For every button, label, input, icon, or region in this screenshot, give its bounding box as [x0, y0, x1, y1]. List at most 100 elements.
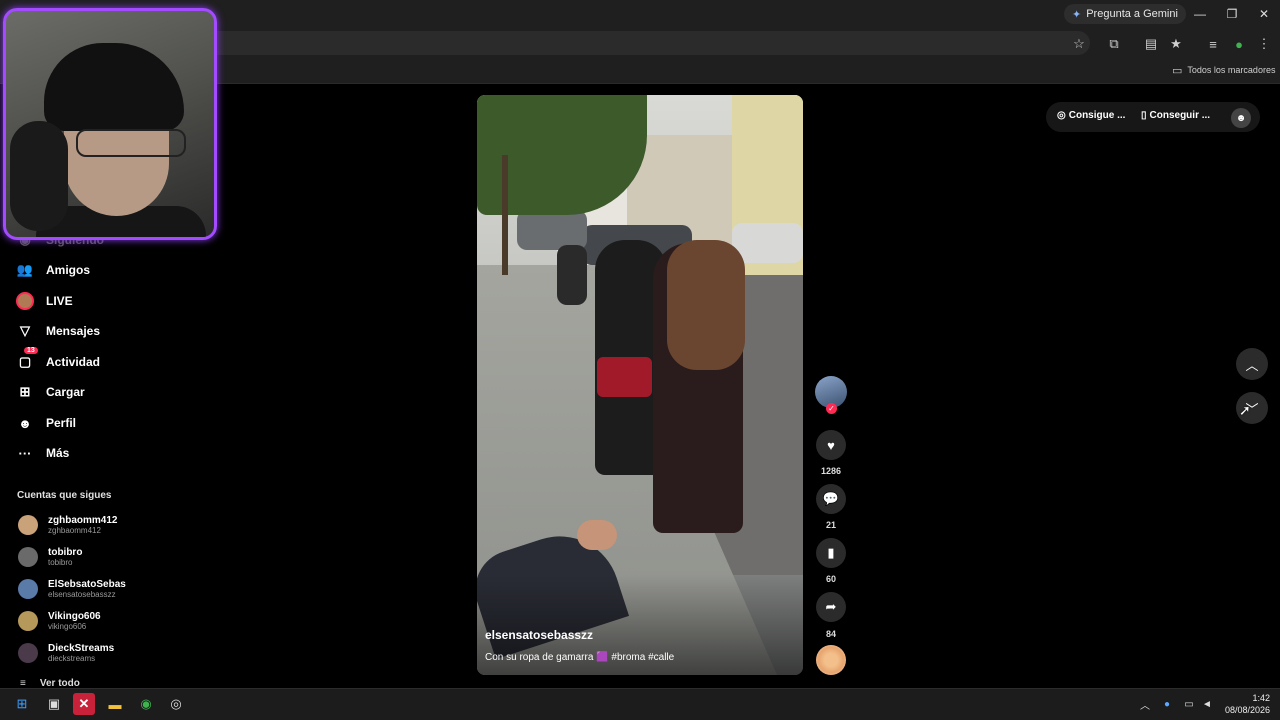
notification-badge: 13: [24, 347, 38, 354]
chrome-icon[interactable]: ◉: [135, 693, 157, 715]
video-scene-car: [517, 210, 587, 250]
profile-icon: ☻: [18, 415, 32, 431]
file-explorer-icon[interactable]: ▬: [104, 693, 126, 715]
account-username: zghbaomm412: [48, 526, 101, 535]
folder-icon: ▭: [1172, 64, 1183, 77]
avatar: [18, 643, 38, 663]
windows-start-icon[interactable]: ⊞: [11, 693, 33, 715]
follow-plus-icon[interactable]: ✓: [826, 403, 837, 414]
video-player[interactable]: elsensatosebasszz Con su ropa de gamarra…: [477, 95, 803, 675]
get-app-button[interactable]: ▯ Conseguir ...: [1141, 110, 1210, 121]
comment-count: 21: [825, 520, 836, 530]
comment-icon: 💬: [822, 491, 840, 506]
video-scene-trunk: [502, 155, 508, 275]
save-button[interactable]: ▮: [816, 538, 846, 568]
account-item[interactable]: tobibro tobibro: [18, 542, 82, 572]
minimize-button[interactable]: —: [1189, 4, 1211, 24]
heart-icon: ♥: [827, 437, 835, 453]
sidebar-item-label: LIVE: [46, 294, 73, 308]
sidebar-item-profile[interactable]: ☻ Perfil: [16, 412, 76, 434]
sparkle-icon: ✦: [1072, 8, 1082, 21]
upload-icon: ⊞: [19, 384, 31, 399]
get-coins-button[interactable]: ◎ Consigue ...: [1057, 110, 1125, 121]
account-item[interactable]: Vikingo606 vikingo606: [18, 606, 101, 636]
sidebar-item-friends[interactable]: 👥 Amigos: [16, 259, 90, 281]
clock-time: 1:42: [1252, 693, 1270, 703]
webcam-person-hair: [44, 43, 184, 131]
share-button[interactable]: ➦: [816, 592, 846, 622]
comment-button[interactable]: 💬: [816, 484, 846, 514]
like-button[interactable]: ♥: [816, 430, 846, 460]
account-name: tobibro: [48, 547, 83, 558]
account-username: dieckstreams: [48, 654, 96, 663]
webcam-overlay: [3, 8, 217, 240]
obs-icon[interactable]: ◎: [165, 693, 187, 715]
address-bar[interactable]: [150, 31, 1090, 55]
sidebar-item-label: Cargar: [46, 385, 85, 399]
media-icon[interactable]: ≡: [1204, 35, 1222, 53]
account-item[interactable]: ElSebsatoSebas elsensatosebasszz: [18, 574, 126, 604]
sidebar-item-more[interactable]: ··· Más: [16, 442, 70, 464]
share-icon: ➦: [825, 599, 837, 614]
coin-icon: ◎: [1057, 110, 1066, 121]
more-icon: ···: [18, 445, 32, 461]
account-item[interactable]: DieckStreams dieckstreams: [18, 638, 114, 668]
account-username: vikingo606: [48, 622, 87, 631]
sidebar-item-upload[interactable]: ⊞ Cargar: [16, 381, 85, 403]
user-avatar[interactable]: ☻: [1231, 108, 1251, 128]
taskbar-clock[interactable]: 1:42 08/08/2026: [1220, 692, 1270, 716]
sidepanel-icon[interactable]: ▤: [1142, 35, 1160, 53]
previous-video-button[interactable]: ︿: [1236, 348, 1268, 380]
windows-taskbar: [0, 688, 1280, 720]
activity-icon: ▢ 13: [16, 347, 38, 371]
app-x-icon[interactable]: ✕: [73, 693, 95, 715]
microphone-icon[interactable]: ●: [1159, 696, 1175, 712]
save-count: 60: [825, 574, 836, 584]
volume-icon[interactable]: ◄: [1199, 696, 1215, 712]
avatar: [18, 515, 38, 535]
account-name: ElSebsatoSebas: [48, 579, 126, 590]
bookmark-star-icon[interactable]: ★: [1167, 35, 1185, 53]
video-scene-hand: [577, 520, 617, 550]
video-description: Con su ropa de gamarra 🟪 #broma #calle: [485, 652, 675, 663]
menu-icon[interactable]: ⋮: [1255, 35, 1273, 53]
video-scene-shorts: [597, 357, 652, 397]
tray-overflow-icon[interactable]: ︿: [1137, 696, 1153, 712]
music-disc-icon[interactable]: [816, 645, 846, 675]
get-app-label: Conseguir ...: [1149, 110, 1211, 121]
following-accounts-title: Cuentas que sigues: [17, 490, 112, 501]
like-count: 1286: [820, 466, 842, 476]
sidebar-item-label: Más: [46, 446, 70, 460]
profile-icon[interactable]: ●: [1230, 35, 1248, 53]
gemini-button[interactable]: ✦ Pregunta a Gemini: [1064, 4, 1186, 24]
bookmark-icon: ▮: [827, 545, 835, 560]
task-view-icon[interactable]: ▣: [43, 693, 65, 715]
all-bookmarks-button[interactable]: ▭ Todos los marcadores: [1172, 62, 1275, 78]
video-scene-hair: [667, 240, 745, 370]
account-name: DieckStreams: [48, 643, 115, 654]
extensions-icon[interactable]: ⧉: [1105, 35, 1123, 53]
video-scene-car: [732, 223, 803, 263]
sidebar-item-activity[interactable]: ▢ 13 Actividad: [16, 347, 100, 373]
account-username: elsensatosebasszz: [48, 590, 116, 599]
network-icon[interactable]: ▭: [1181, 696, 1197, 712]
close-window-button[interactable]: ✕: [1253, 4, 1275, 24]
video-author-username[interactable]: elsensatosebasszz: [485, 628, 593, 642]
all-bookmarks-label: Todos los marcadores: [1187, 65, 1276, 75]
mouse-cursor-icon: ➚: [1239, 402, 1251, 418]
share-count: 84: [825, 629, 836, 639]
restore-button[interactable]: ❐: [1221, 4, 1243, 24]
headphones-icon: [10, 121, 68, 231]
sidebar-item-messages[interactable]: ▽ Mensajes: [16, 320, 100, 342]
phone-icon: ▯: [1141, 110, 1147, 121]
webcam-person-glasses: [76, 129, 186, 157]
get-coins-label: Consigue ...: [1068, 110, 1126, 121]
account-name: Vikingo606: [48, 611, 101, 622]
sidebar-item-live[interactable]: LIVE: [16, 290, 73, 312]
star-icon[interactable]: ☆: [1070, 35, 1088, 53]
chevron-up-icon: ︿: [1245, 357, 1259, 373]
account-item[interactable]: zghbaomm412 zghbaomm412: [18, 510, 117, 540]
clock-date: 08/08/2026: [1224, 705, 1270, 715]
avatar: [18, 547, 38, 567]
avatar: [18, 579, 38, 599]
